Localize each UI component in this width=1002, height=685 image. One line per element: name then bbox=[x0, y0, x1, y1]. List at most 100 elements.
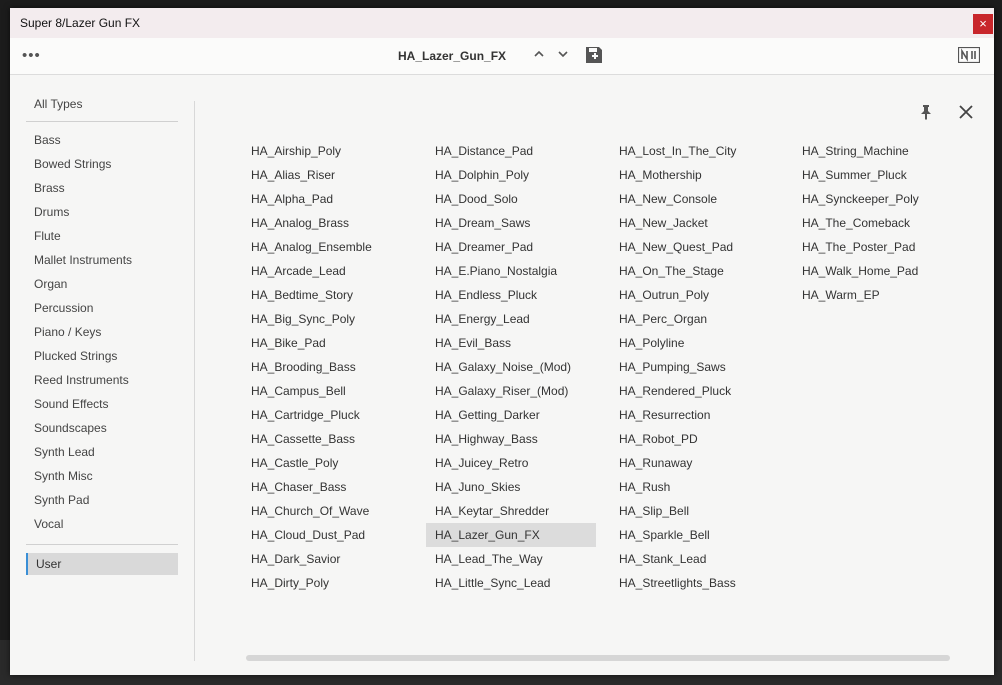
preset-item[interactable]: HA_New_Console bbox=[610, 187, 780, 211]
preset-item[interactable]: HA_Mothership bbox=[610, 163, 780, 187]
type-item[interactable]: Brass bbox=[26, 176, 178, 200]
preset-item[interactable]: HA_Walk_Home_Pad bbox=[793, 259, 963, 283]
browser-panel: All Types Bass Bowed Strings Brass Drums… bbox=[10, 75, 994, 675]
type-item[interactable]: Piano / Keys bbox=[26, 320, 178, 344]
sidebar-divider bbox=[26, 121, 178, 122]
type-item[interactable]: Synth Lead bbox=[26, 440, 178, 464]
preset-item[interactable]: HA_Galaxy_Noise_(Mod) bbox=[426, 355, 596, 379]
preset-item[interactable]: HA_Pumping_Saws bbox=[610, 355, 780, 379]
preset-item[interactable]: HA_Dirty_Poly bbox=[242, 571, 412, 595]
ni-logo-icon bbox=[958, 47, 980, 63]
preset-item[interactable]: HA_Dark_Savior bbox=[242, 547, 412, 571]
pin-icon[interactable] bbox=[918, 104, 934, 120]
preset-item[interactable]: HA_Summer_Pluck bbox=[793, 163, 963, 187]
preset-item[interactable]: HA_Rush bbox=[610, 475, 780, 499]
preset-item[interactable]: HA_Keytar_Shredder bbox=[426, 499, 596, 523]
preset-item[interactable]: HA_Highway_Bass bbox=[426, 427, 596, 451]
preset-item[interactable]: HA_Cassette_Bass bbox=[242, 427, 412, 451]
preset-item[interactable]: HA_Bike_Pad bbox=[242, 331, 412, 355]
preset-item[interactable]: HA_Church_Of_Wave bbox=[242, 499, 412, 523]
type-item[interactable]: Synth Misc bbox=[26, 464, 178, 488]
preset-item[interactable]: HA_Brooding_Bass bbox=[242, 355, 412, 379]
preset-item[interactable]: HA_Energy_Lead bbox=[426, 307, 596, 331]
preset-item[interactable]: HA_Dolphin_Poly bbox=[426, 163, 596, 187]
preset-item[interactable]: HA_Dood_Solo bbox=[426, 187, 596, 211]
preset-item[interactable]: HA_Warm_EP bbox=[793, 283, 963, 307]
current-preset-name[interactable]: HA_Lazer_Gun_FX bbox=[398, 49, 506, 63]
preset-item[interactable]: HA_Dream_Saws bbox=[426, 211, 596, 235]
preset-item[interactable]: HA_Rendered_Pluck bbox=[610, 379, 780, 403]
all-types-item[interactable]: All Types bbox=[26, 93, 178, 117]
chevron-down-icon[interactable] bbox=[556, 47, 570, 61]
preset-item[interactable]: HA_E.Piano_Nostalgia bbox=[426, 259, 596, 283]
preset-item[interactable]: HA_Big_Sync_Poly bbox=[242, 307, 412, 331]
preset-item[interactable]: HA_Chaser_Bass bbox=[242, 475, 412, 499]
preset-item[interactable]: HA_Sparkle_Bell bbox=[610, 523, 780, 547]
preset-item[interactable]: HA_Getting_Darker bbox=[426, 403, 596, 427]
preset-item[interactable]: HA_Lazer_Gun_FX bbox=[426, 523, 596, 547]
preset-item[interactable]: HA_Cartridge_Pluck bbox=[242, 403, 412, 427]
preset-item[interactable]: HA_Juno_Skies bbox=[426, 475, 596, 499]
preset-item[interactable]: HA_Analog_Ensemble bbox=[242, 235, 412, 259]
preset-item[interactable]: HA_Resurrection bbox=[610, 403, 780, 427]
type-item[interactable]: Sound Effects bbox=[26, 392, 178, 416]
preset-item[interactable]: HA_Stank_Lead bbox=[610, 547, 780, 571]
type-item[interactable]: Drums bbox=[26, 200, 178, 224]
preset-item[interactable]: HA_Dreamer_Pad bbox=[426, 235, 596, 259]
preset-item[interactable]: HA_Campus_Bell bbox=[242, 379, 412, 403]
preset-item[interactable]: HA_Cloud_Dust_Pad bbox=[242, 523, 412, 547]
preset-item[interactable]: HA_Alpha_Pad bbox=[242, 187, 412, 211]
preset-item[interactable]: HA_Lost_In_The_City bbox=[610, 139, 780, 163]
preset-item[interactable]: HA_New_Jacket bbox=[610, 211, 780, 235]
preset-item[interactable]: HA_Alias_Riser bbox=[242, 163, 412, 187]
type-item[interactable]: Organ bbox=[26, 272, 178, 296]
title-bar: Super 8/Lazer Gun FX × bbox=[10, 8, 994, 38]
type-item[interactable]: Plucked Strings bbox=[26, 344, 178, 368]
type-item[interactable]: Soundscapes bbox=[26, 416, 178, 440]
menu-dots-icon[interactable]: ••• bbox=[22, 47, 41, 64]
preset-item[interactable]: HA_Airship_Poly bbox=[242, 139, 412, 163]
type-item[interactable]: Synth Pad bbox=[26, 488, 178, 512]
preset-item[interactable]: HA_Outrun_Poly bbox=[610, 283, 780, 307]
preset-item[interactable]: HA_Synckeeper_Poly bbox=[793, 187, 963, 211]
type-item[interactable]: Reed Instruments bbox=[26, 368, 178, 392]
type-item[interactable]: Percussion bbox=[26, 296, 178, 320]
chevron-up-icon[interactable] bbox=[532, 47, 546, 61]
preset-item[interactable]: HA_Robot_PD bbox=[610, 427, 780, 451]
preset-item[interactable]: HA_Bedtime_Story bbox=[242, 283, 412, 307]
type-item[interactable]: Mallet Instruments bbox=[26, 248, 178, 272]
preset-item[interactable]: HA_Galaxy_Riser_(Mod) bbox=[426, 379, 596, 403]
preset-item[interactable]: HA_Distance_Pad bbox=[426, 139, 596, 163]
preset-item[interactable]: HA_Perc_Organ bbox=[610, 307, 780, 331]
preset-column: HA_Airship_Poly HA_Alias_Riser HA_Alpha_Pa… bbox=[242, 139, 412, 595]
type-item[interactable]: Bowed Strings bbox=[26, 152, 178, 176]
preset-item[interactable]: HA_Little_Sync_Lead bbox=[426, 571, 596, 595]
preset-item[interactable]: HA_Evil_Bass bbox=[426, 331, 596, 355]
preset-item[interactable]: HA_The_Poster_Pad bbox=[793, 235, 963, 259]
preset-item[interactable]: HA_Juicey_Retro bbox=[426, 451, 596, 475]
toolbar: ••• HA_Lazer_Gun_FX bbox=[10, 38, 994, 75]
preset-item[interactable]: HA_Castle_Poly bbox=[242, 451, 412, 475]
window-close-button[interactable]: × bbox=[973, 14, 993, 34]
close-browser-icon[interactable] bbox=[958, 104, 974, 120]
horizontal-scrollbar[interactable] bbox=[246, 655, 950, 661]
preset-item[interactable]: HA_Lead_The_Way bbox=[426, 547, 596, 571]
preset-item[interactable]: HA_New_Quest_Pad bbox=[610, 235, 780, 259]
preset-item[interactable]: HA_Arcade_Lead bbox=[242, 259, 412, 283]
user-item[interactable]: User bbox=[26, 553, 178, 575]
preset-item[interactable]: HA_The_Comeback bbox=[793, 211, 963, 235]
save-icon[interactable] bbox=[584, 45, 604, 65]
preset-item[interactable]: HA_Endless_Pluck bbox=[426, 283, 596, 307]
preset-item[interactable]: HA_Streetlights_Bass bbox=[610, 571, 780, 595]
preset-item[interactable]: HA_Runaway bbox=[610, 451, 780, 475]
preset-item[interactable]: HA_String_Machine bbox=[793, 139, 963, 163]
type-item[interactable]: Flute bbox=[26, 224, 178, 248]
type-item[interactable]: Vocal bbox=[26, 512, 178, 536]
preset-item[interactable]: HA_Analog_Brass bbox=[242, 211, 412, 235]
preset-column: HA_Lost_In_The_City HA_Mothership HA_New_C… bbox=[610, 139, 780, 595]
preset-item[interactable]: HA_Slip_Bell bbox=[610, 499, 780, 523]
preset-item[interactable]: HA_On_The_Stage bbox=[610, 259, 780, 283]
plugin-window: Super 8/Lazer Gun FX × ••• HA_Lazer_Gun_… bbox=[10, 8, 994, 675]
type-item[interactable]: Bass bbox=[26, 128, 178, 152]
preset-item[interactable]: HA_Polyline bbox=[610, 331, 780, 355]
